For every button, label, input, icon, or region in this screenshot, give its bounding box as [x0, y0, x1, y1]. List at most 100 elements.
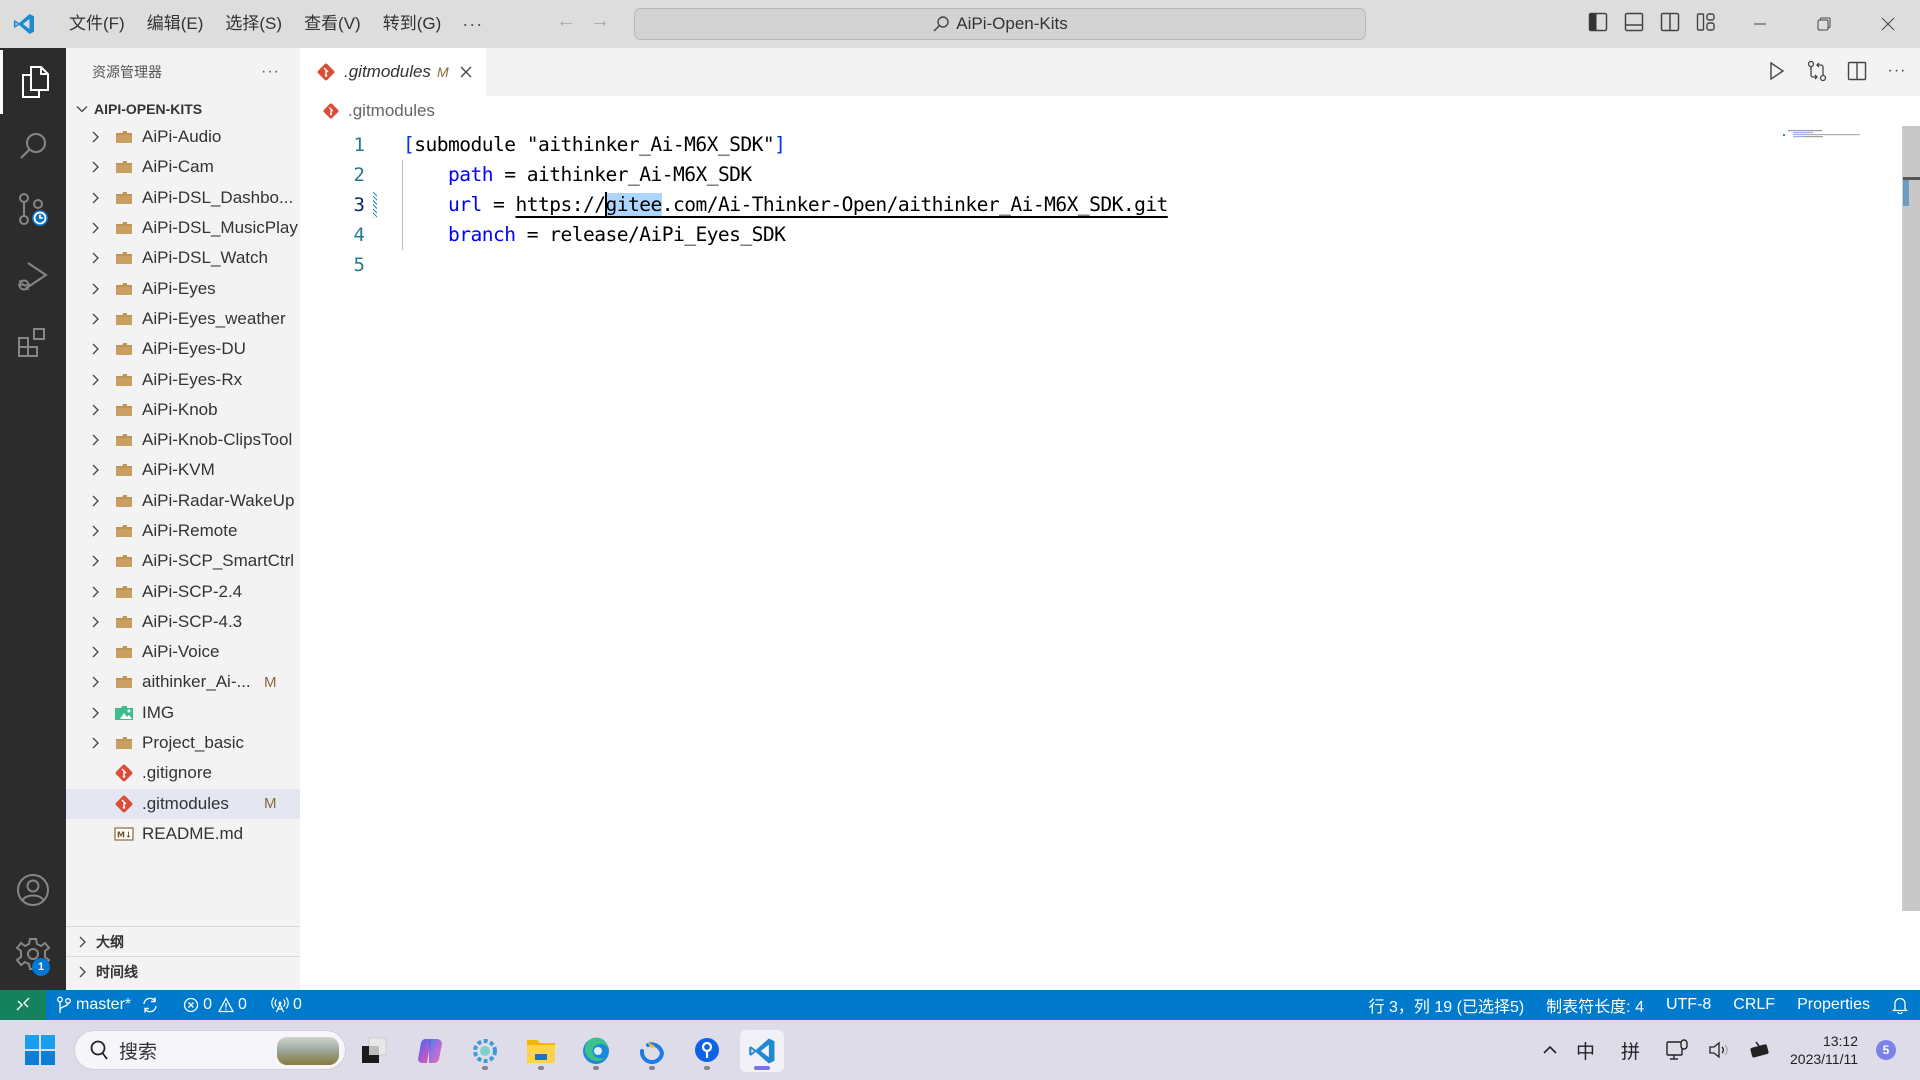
language-mode[interactable]: Properties [1797, 996, 1870, 1014]
menu-go[interactable]: 转到(G) [372, 9, 453, 39]
chevron-right-icon[interactable] [86, 373, 106, 387]
chevron-right-icon[interactable] [86, 463, 106, 477]
taskbar-edge[interactable] [574, 1030, 618, 1072]
chevron-right-icon[interactable] [86, 736, 106, 750]
indentation-setting[interactable]: 制表符长度: 4 [1546, 993, 1644, 1017]
menu-file[interactable]: 文件(F) [58, 9, 136, 39]
close-window-button[interactable] [1856, 0, 1920, 48]
outline-section[interactable]: 大纲 [66, 926, 300, 956]
ports-indicator[interactable]: 0 [271, 996, 302, 1014]
encoding-setting[interactable]: UTF-8 [1666, 996, 1711, 1014]
chevron-right-icon[interactable] [86, 524, 106, 538]
chevron-right-icon[interactable] [86, 675, 106, 689]
taskbar-vscode[interactable] [740, 1030, 784, 1072]
activity-search[interactable] [0, 114, 66, 178]
battery-icon[interactable] [1748, 1040, 1772, 1060]
tab-gitmodules[interactable]: .gitmodules M [300, 48, 486, 96]
chevron-right-icon[interactable] [86, 312, 106, 326]
remote-indicator-button[interactable] [0, 990, 46, 1020]
chevron-right-icon[interactable] [86, 645, 106, 659]
back-arrow-icon[interactable]: ← [556, 10, 576, 33]
chevron-right-icon[interactable] [86, 342, 106, 356]
activity-run-debug[interactable] [0, 244, 66, 308]
minimize-button[interactable] [1728, 0, 1792, 48]
tab-close-button[interactable] [459, 65, 473, 79]
activity-accounts[interactable] [0, 858, 66, 922]
restore-button[interactable] [1792, 0, 1856, 48]
tree-item[interactable]: AiPi-Radar-WakeUp [66, 486, 300, 516]
menu-edit[interactable]: 编辑(E) [136, 9, 215, 39]
chevron-right-icon[interactable] [86, 221, 106, 235]
customize-layout-icon[interactable] [1696, 12, 1716, 32]
branch-indicator[interactable]: master* [56, 996, 159, 1014]
notification-center-badge[interactable]: 5 [1876, 1040, 1896, 1060]
problems-indicator[interactable]: 0 0 [183, 996, 247, 1014]
taskbar-copilot[interactable] [408, 1030, 452, 1072]
clock[interactable]: 13:12 2023/11/11 [1790, 1032, 1858, 1068]
chevron-right-icon[interactable] [86, 554, 106, 568]
open-changes-button[interactable] [1806, 60, 1828, 82]
chevron-right-icon[interactable] [86, 191, 106, 205]
chevron-right-icon[interactable] [86, 282, 106, 296]
workspace-folder-header[interactable]: AIPI-OPEN-KITS [66, 96, 300, 122]
taskbar-feishu[interactable] [630, 1030, 674, 1072]
editor-more-actions-button[interactable]: ··· [1886, 60, 1908, 82]
chevron-right-icon[interactable] [86, 130, 106, 144]
tree-item[interactable]: AiPi-KVM [66, 455, 300, 485]
toggle-panel-icon[interactable] [1624, 12, 1644, 32]
taskbar-file-explorer[interactable] [519, 1030, 563, 1072]
tree-item[interactable]: AiPi-Eyes [66, 273, 300, 303]
taskbar-maps-app[interactable] [685, 1030, 729, 1072]
network-icon[interactable] [1666, 1039, 1690, 1061]
taskbar-search-box[interactable]: 搜索 [74, 1030, 346, 1070]
menu-more-button[interactable]: ··· [452, 9, 493, 39]
tree-item[interactable]: AiPi-Knob-ClipsTool [66, 425, 300, 455]
chevron-right-icon[interactable] [86, 585, 106, 599]
chevron-up-icon[interactable] [1542, 1044, 1558, 1056]
tree-item[interactable]: .gitignore [66, 758, 300, 788]
chevron-right-icon[interactable] [86, 403, 106, 417]
tree-item[interactable]: aithinker_Ai-... M [66, 667, 300, 697]
tree-item[interactable]: AiPi-Audio [66, 122, 300, 152]
tree-item[interactable]: M↓ README.md [66, 819, 300, 849]
windows-start-icon[interactable] [24, 1034, 56, 1066]
url-link[interactable]: https://gitee.com/Ai-Thinker-Open/aithin… [516, 191, 1168, 216]
cursor-position[interactable]: 行 3，列 19 (已选择5) [1369, 993, 1525, 1017]
sidebar-more-button[interactable]: ··· [261, 63, 280, 81]
toggle-secondary-sidebar-icon[interactable] [1660, 12, 1680, 32]
command-center[interactable]: AiPi-Open-Kits [634, 8, 1366, 40]
chevron-right-icon[interactable] [86, 433, 106, 447]
toggle-primary-sidebar-icon[interactable] [1588, 12, 1608, 32]
split-editor-button[interactable] [1846, 60, 1868, 82]
tree-item[interactable]: AiPi-Eyes-Rx [66, 364, 300, 394]
tree-item[interactable]: AiPi-SCP-4.3 [66, 607, 300, 637]
menu-view[interactable]: 查看(V) [293, 9, 372, 39]
tree-item[interactable]: AiPi-Voice [66, 637, 300, 667]
tree-item[interactable]: AiPi-Eyes_weather [66, 304, 300, 334]
tree-item[interactable]: .gitmodules M [66, 788, 300, 819]
forward-arrow-icon[interactable]: → [590, 10, 610, 33]
volume-icon[interactable] [1708, 1040, 1730, 1060]
tree-item[interactable]: AiPi-Knob [66, 395, 300, 425]
sync-icon[interactable] [141, 996, 159, 1014]
tree-item[interactable]: AiPi-SCP-2.4 [66, 576, 300, 606]
breadcrumb-file[interactable]: .gitmodules [348, 101, 435, 121]
menu-selection[interactable]: 选择(S) [214, 9, 293, 39]
tree-item[interactable]: AiPi-DSL_MusicPlay [66, 213, 300, 243]
chevron-right-icon[interactable] [86, 615, 106, 629]
vertical-scrollbar[interactable] [1902, 126, 1920, 911]
tree-item[interactable]: AiPi-Cam [66, 152, 300, 182]
chevron-right-icon[interactable] [86, 251, 106, 265]
activity-source-control[interactable] [0, 178, 66, 242]
activity-explorer[interactable] [0, 50, 66, 114]
activity-extensions[interactable] [0, 310, 66, 374]
chevron-right-icon[interactable] [86, 494, 106, 508]
ime-language-indicator[interactable]: 中 [1576, 1037, 1595, 1064]
tree-item[interactable]: AiPi-DSL_Watch [66, 243, 300, 273]
tree-item[interactable]: Project_basic [66, 728, 300, 758]
tree-item[interactable]: IMG [66, 698, 300, 728]
tree-item[interactable]: AiPi-DSL_Dashbo... [66, 183, 300, 213]
tree-item[interactable]: AiPi-Eyes-DU [66, 334, 300, 364]
ime-mode-indicator[interactable]: 拼 [1621, 1037, 1640, 1064]
tree-item[interactable]: AiPi-SCP_SmartCtrl [66, 546, 300, 576]
